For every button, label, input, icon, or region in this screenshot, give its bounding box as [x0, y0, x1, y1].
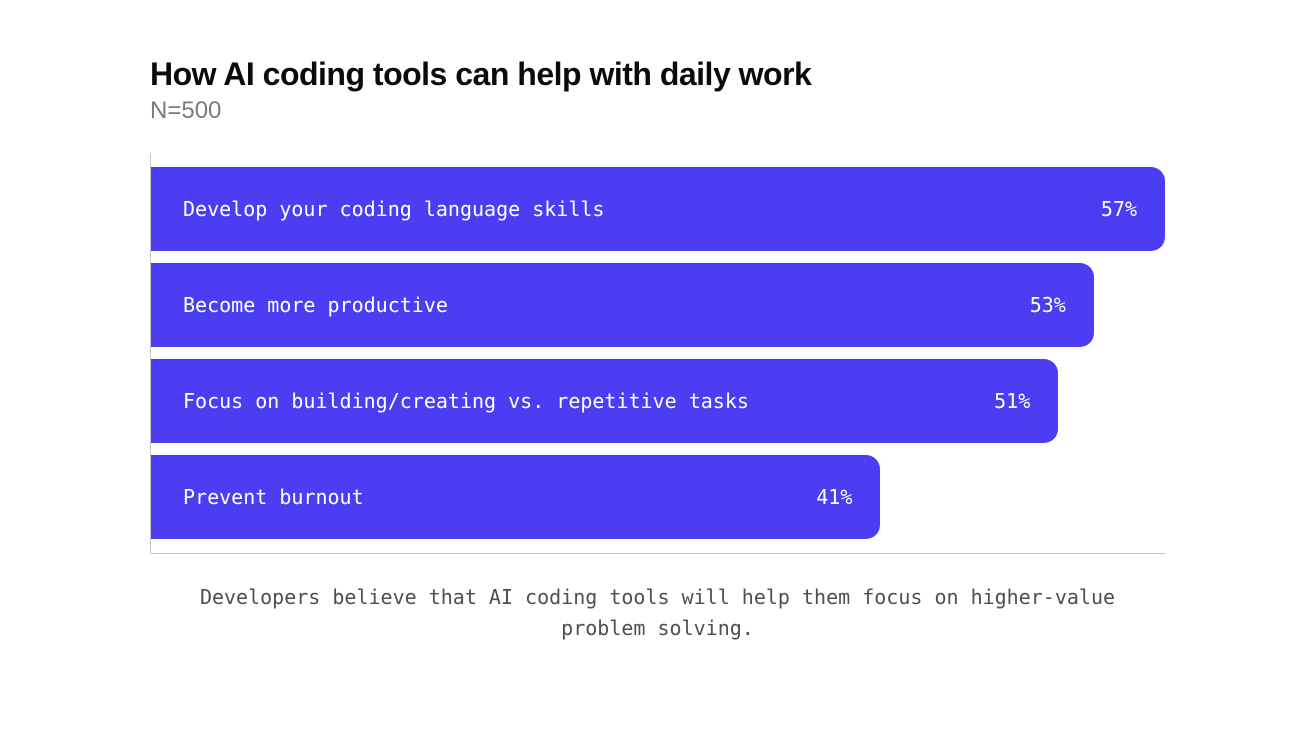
bar-label: Focus on building/creating vs. repetitiv…: [183, 389, 749, 413]
bar-become-productive: Become more productive 53%: [151, 263, 1094, 347]
chart-caption: Developers believe that AI coding tools …: [150, 582, 1165, 644]
bar-value: 57%: [1101, 197, 1137, 221]
chart-subtitle: N=500: [150, 97, 1165, 125]
chart-container: How AI coding tools can help with daily …: [0, 0, 1315, 684]
bar-row: Prevent burnout 41%: [151, 449, 1165, 545]
bar-value: 51%: [994, 389, 1030, 413]
bar-value: 53%: [1030, 293, 1066, 317]
bar-value: 41%: [816, 485, 852, 509]
bar-row: Focus on building/creating vs. repetitiv…: [151, 353, 1165, 449]
bar-prevent-burnout: Prevent burnout 41%: [151, 455, 880, 539]
bar-focus-building: Focus on building/creating vs. repetitiv…: [151, 359, 1058, 443]
bar-label: Prevent burnout: [183, 485, 364, 509]
bar-label: Become more productive: [183, 293, 448, 317]
chart-title: How AI coding tools can help with daily …: [150, 55, 1165, 93]
bar-row: Become more productive 53%: [151, 257, 1165, 353]
chart-plot-area: Develop your coding language skills 57% …: [150, 153, 1165, 554]
bar-label: Develop your coding language skills: [183, 197, 604, 221]
bar-row: Develop your coding language skills 57%: [151, 161, 1165, 257]
bar-develop-skills: Develop your coding language skills 57%: [151, 167, 1165, 251]
